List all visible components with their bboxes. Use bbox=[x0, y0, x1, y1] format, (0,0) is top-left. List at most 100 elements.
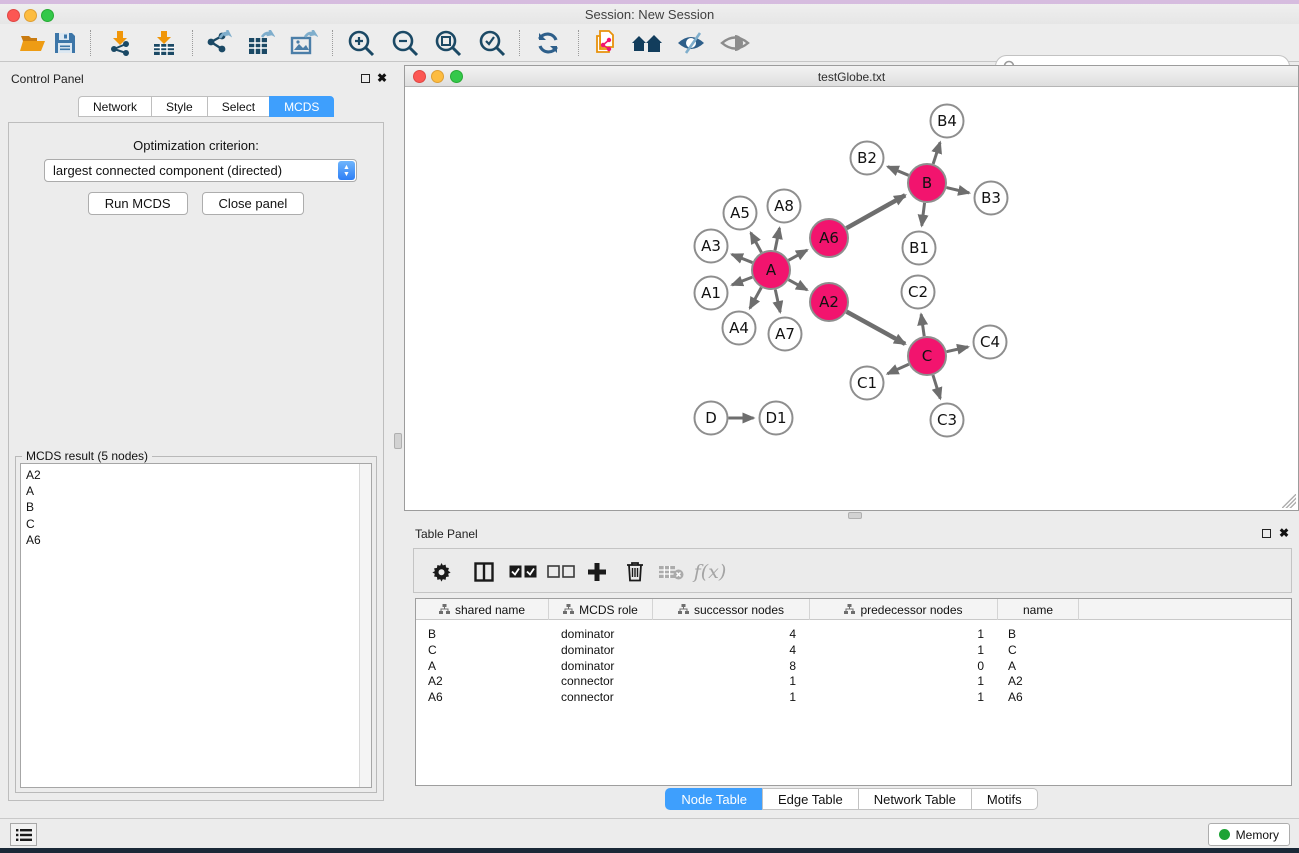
close-panel-icon[interactable]: ✖ bbox=[377, 71, 387, 85]
network-window-titlebar[interactable]: testGlobe.txt bbox=[405, 66, 1298, 87]
vertical-split-divider[interactable] bbox=[392, 65, 404, 818]
result-item[interactable]: A2 bbox=[26, 467, 371, 483]
tab-network[interactable]: Network bbox=[78, 96, 151, 117]
open-file-button[interactable] bbox=[16, 28, 50, 58]
tab-network-table[interactable]: Network Table bbox=[858, 788, 971, 810]
divider-grip[interactable] bbox=[848, 512, 862, 519]
zoom-selected-button[interactable] bbox=[475, 28, 509, 58]
cell-name[interactable]: A2 bbox=[1008, 673, 1068, 689]
edge-A-A3[interactable] bbox=[732, 254, 753, 262]
window-resize-grip[interactable] bbox=[1282, 494, 1296, 508]
divider-grip[interactable] bbox=[394, 433, 402, 449]
column-header-predecessor-nodes[interactable]: predecessor nodes bbox=[810, 599, 998, 620]
close-panel-icon[interactable]: ✖ bbox=[1279, 526, 1289, 540]
cell-predecessor-nodes[interactable]: 1 bbox=[820, 642, 984, 658]
tab-edge-table[interactable]: Edge Table bbox=[762, 788, 858, 810]
network-canvas[interactable]: B4B2BB3A8A5A6A3B1AA1C2A2A4A7C4CC1DD1C3 bbox=[406, 88, 1297, 510]
cell-predecessor-nodes[interactable]: 1 bbox=[820, 689, 984, 705]
edge-B-B4[interactable] bbox=[933, 142, 940, 164]
cell-predecessor-nodes[interactable]: 1 bbox=[820, 673, 984, 689]
export-image-button[interactable] bbox=[287, 28, 321, 58]
edge-A-A6[interactable] bbox=[789, 250, 808, 260]
zoom-out-button[interactable] bbox=[388, 28, 422, 58]
export-table-button[interactable] bbox=[244, 28, 278, 58]
edge-A-A2[interactable] bbox=[789, 280, 808, 290]
edge-A-A7[interactable] bbox=[775, 290, 780, 312]
edge-A6-B[interactable] bbox=[846, 195, 905, 228]
zoom-in-button[interactable] bbox=[344, 28, 378, 58]
cell-successor-nodes[interactable]: 8 bbox=[663, 658, 796, 674]
refresh-button[interactable] bbox=[531, 28, 565, 58]
cell-mcds-role[interactable]: dominator bbox=[561, 642, 661, 658]
cell-mcds-role[interactable]: dominator bbox=[561, 626, 661, 642]
edge-B-B3[interactable] bbox=[946, 188, 969, 193]
hide-graphics-details-button[interactable] bbox=[674, 28, 708, 58]
column-header-shared-name[interactable]: shared name bbox=[416, 599, 549, 620]
close-panel-button[interactable]: Close panel bbox=[202, 192, 305, 215]
insert-column-button[interactable] bbox=[470, 549, 498, 594]
save-session-button[interactable] bbox=[48, 28, 82, 58]
cell-successor-nodes[interactable]: 4 bbox=[663, 642, 796, 658]
cell-shared-name[interactable]: B bbox=[428, 626, 528, 642]
edge-A2-C[interactable] bbox=[847, 312, 906, 344]
cell-name[interactable]: B bbox=[1008, 626, 1068, 642]
run-mcds-button[interactable]: Run MCDS bbox=[88, 192, 188, 215]
memory-button[interactable]: Memory bbox=[1208, 823, 1290, 846]
cell-shared-name[interactable]: A bbox=[428, 658, 528, 674]
column-header-successor-nodes[interactable]: successor nodes bbox=[653, 599, 810, 620]
cell-successor-nodes[interactable]: 1 bbox=[663, 673, 796, 689]
table-settings-button[interactable] bbox=[428, 549, 456, 594]
edge-C-C1[interactable] bbox=[888, 364, 909, 374]
deselect-all-button[interactable] bbox=[544, 549, 578, 594]
select-all-button[interactable] bbox=[506, 549, 540, 594]
cell-name[interactable]: C bbox=[1008, 642, 1068, 658]
show-task-history-button[interactable] bbox=[10, 823, 37, 846]
zoom-fit-button[interactable] bbox=[431, 28, 465, 58]
add-row-button[interactable] bbox=[582, 549, 612, 594]
result-item[interactable]: B bbox=[26, 499, 371, 515]
cell-mcds-role[interactable]: dominator bbox=[561, 658, 661, 674]
cell-predecessor-nodes[interactable]: 1 bbox=[820, 626, 984, 642]
cell-shared-name[interactable]: A6 bbox=[428, 689, 528, 705]
result-item[interactable]: C bbox=[26, 516, 371, 532]
tab-motifs[interactable]: Motifs bbox=[971, 788, 1038, 810]
result-list-scrollbar[interactable] bbox=[359, 464, 371, 787]
float-panel-icon[interactable] bbox=[1262, 529, 1271, 538]
tab-mcds[interactable]: MCDS bbox=[269, 96, 334, 117]
cell-mcds-role[interactable]: connector bbox=[561, 673, 661, 689]
import-network-button[interactable] bbox=[103, 28, 137, 58]
show-graphics-details-button[interactable] bbox=[718, 28, 752, 58]
cell-successor-nodes[interactable]: 1 bbox=[663, 689, 796, 705]
result-item[interactable]: A bbox=[26, 483, 371, 499]
float-panel-icon[interactable] bbox=[361, 74, 370, 83]
column-header-name[interactable]: name bbox=[998, 599, 1079, 620]
horizontal-split-divider[interactable] bbox=[404, 511, 1299, 520]
function-builder-button[interactable]: f(x) bbox=[690, 549, 730, 594]
tab-style[interactable]: Style bbox=[151, 96, 207, 117]
edge-A-A8[interactable] bbox=[775, 228, 780, 250]
cell-mcds-role[interactable]: connector bbox=[561, 689, 661, 705]
edge-C-C3[interactable] bbox=[933, 375, 940, 398]
cell-shared-name[interactable]: C bbox=[428, 642, 528, 658]
cell-name[interactable]: A bbox=[1008, 658, 1068, 674]
edge-C-C2[interactable] bbox=[921, 314, 924, 336]
network-graph[interactable]: B4B2BB3A8A5A6A3B1AA1C2A2A4A7C4CC1DD1C3 bbox=[406, 88, 1297, 510]
cell-shared-name[interactable]: A2 bbox=[428, 673, 528, 689]
cell-name[interactable]: A6 bbox=[1008, 689, 1068, 705]
duplicate-network-button[interactable] bbox=[588, 28, 622, 58]
mcds-result-list[interactable]: A2ABCA6 bbox=[20, 463, 372, 788]
tab-node-table[interactable]: Node Table bbox=[665, 788, 762, 810]
cell-successor-nodes[interactable]: 4 bbox=[663, 626, 796, 642]
cell-predecessor-nodes[interactable]: 0 bbox=[820, 658, 984, 674]
optimization-criterion-select[interactable]: largest connected component (directed) ▲… bbox=[44, 159, 357, 182]
import-table-button[interactable] bbox=[147, 28, 181, 58]
column-header-MCDS-role[interactable]: MCDS role bbox=[549, 599, 653, 620]
edge-A-A4[interactable] bbox=[750, 288, 761, 309]
export-network-button[interactable] bbox=[201, 28, 235, 58]
edge-C-C4[interactable] bbox=[947, 347, 969, 352]
edge-B-B1[interactable] bbox=[922, 203, 925, 226]
edge-A-A5[interactable] bbox=[751, 233, 762, 253]
result-item[interactable]: A6 bbox=[26, 532, 371, 548]
delete-rows-button[interactable] bbox=[620, 549, 650, 594]
edge-A-A1[interactable] bbox=[732, 277, 752, 285]
